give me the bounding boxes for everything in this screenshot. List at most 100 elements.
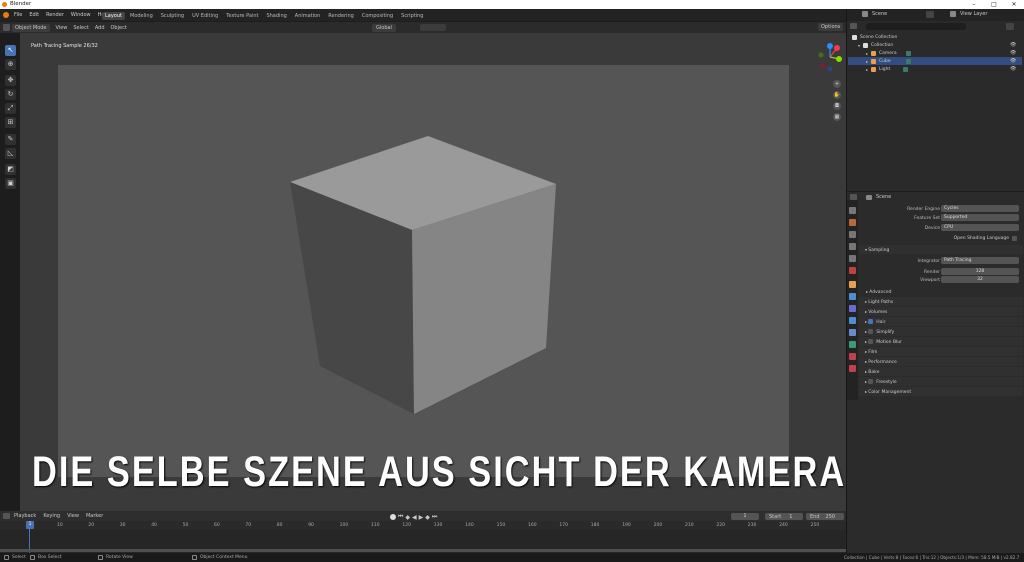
- panel-motion-blur[interactable]: ▸ Motion Blur: [859, 337, 1023, 346]
- panel-enable-checkbox[interactable]: [868, 319, 874, 324]
- tab-rendering[interactable]: Rendering: [325, 12, 357, 20]
- play-icon[interactable]: ▶: [419, 514, 424, 521]
- outliner-filter-icon[interactable]: [1006, 23, 1014, 30]
- panel-light-paths[interactable]: ▸ Light Paths: [859, 297, 1023, 306]
- tool-tab-icon[interactable]: [849, 207, 856, 214]
- visibility-eye-icon[interactable]: 👁: [1010, 42, 1016, 48]
- view-layer-selector[interactable]: View Layer: [950, 11, 987, 17]
- outliner-row-light[interactable]: ▸ Light 👁: [848, 65, 1022, 73]
- osl-checkbox[interactable]: [1012, 235, 1017, 241]
- menu-keying[interactable]: Keying: [43, 513, 60, 519]
- material-tab-icon[interactable]: [849, 353, 856, 360]
- menu-marker[interactable]: Marker: [86, 513, 103, 519]
- menu-select[interactable]: Select: [73, 25, 88, 31]
- outliner-row-scene-collection[interactable]: Scene Collection: [848, 33, 1022, 41]
- expand-icon[interactable]: ▸: [866, 51, 868, 56]
- options-dropdown[interactable]: Options: [818, 23, 844, 31]
- blender-menu-icon[interactable]: [3, 12, 9, 18]
- menu-render[interactable]: Render: [46, 12, 64, 18]
- timeline-scrollbar[interactable]: [0, 549, 846, 552]
- play-reverse-icon[interactable]: ◀: [412, 514, 417, 521]
- menu-add[interactable]: Add: [95, 25, 105, 31]
- add-cube-tool[interactable]: ◩: [5, 164, 16, 175]
- panel-bake[interactable]: ▸ Bake: [859, 367, 1023, 376]
- expand-icon[interactable]: ▸: [866, 59, 868, 64]
- render-engine-dropdown[interactable]: Cycles: [941, 205, 1019, 212]
- transform-tool[interactable]: ⊞: [5, 117, 16, 128]
- orientation-dropdown[interactable]: Global: [372, 24, 396, 32]
- outliner-row-collection[interactable]: ▾ Collection 👁: [848, 41, 1022, 49]
- jump-end-icon[interactable]: ⏭: [432, 513, 437, 521]
- particles-tab-icon[interactable]: [849, 305, 856, 312]
- end-frame-field[interactable]: End 250: [806, 513, 844, 520]
- panel-film[interactable]: ▸ Film: [859, 347, 1023, 356]
- start-frame-field[interactable]: Start 1: [765, 513, 803, 520]
- viewport-samples-field[interactable]: 32: [941, 276, 1019, 283]
- render-samples-field[interactable]: 128: [941, 268, 1019, 275]
- timeline-editor-icon[interactable]: [3, 513, 10, 519]
- cursor-tool[interactable]: ⊕: [5, 59, 16, 70]
- sampling-panel[interactable]: ▾ Sampling: [859, 245, 1023, 254]
- tab-uv-editing[interactable]: UV Editing: [189, 12, 221, 20]
- panel-volumes[interactable]: ▸ Volumes: [859, 307, 1023, 316]
- menu-playback[interactable]: Playback: [14, 513, 36, 519]
- zoom-icon[interactable]: +: [833, 80, 841, 88]
- menu-window[interactable]: Window: [71, 12, 91, 18]
- add-object-tool[interactable]: ▣: [5, 178, 16, 189]
- menu-view-timeline[interactable]: View: [67, 513, 79, 519]
- tab-texture-paint[interactable]: Texture Paint: [223, 12, 261, 20]
- advanced-subpanel[interactable]: ▸ Advanced: [866, 289, 892, 297]
- jump-start-icon[interactable]: ⏮: [398, 513, 403, 521]
- feature-set-dropdown[interactable]: Supported: [941, 214, 1019, 221]
- measure-tool[interactable]: ◺: [5, 148, 16, 159]
- expand-icon[interactable]: ▸: [866, 67, 868, 72]
- physics-tab-icon[interactable]: [849, 317, 856, 324]
- constraints-tab-icon[interactable]: [849, 329, 856, 336]
- scene-selector[interactable]: Scene: [862, 11, 887, 17]
- osl-row[interactable]: Open Shading Language: [940, 234, 1020, 242]
- camera-view-icon[interactable]: ◘: [833, 102, 841, 110]
- current-frame-field[interactable]: 1: [731, 513, 759, 520]
- visibility-eye-icon[interactable]: 👁: [1010, 66, 1016, 72]
- scene-tab-icon[interactable]: [849, 255, 856, 262]
- playhead[interactable]: 1: [26, 521, 34, 529]
- visibility-eye-icon[interactable]: 👁: [1010, 58, 1016, 64]
- integrator-dropdown[interactable]: Path Tracing: [941, 257, 1019, 264]
- expand-icon[interactable]: ▾: [858, 43, 860, 48]
- view-layer-tab-icon[interactable]: [849, 243, 856, 250]
- menu-object[interactable]: Object: [111, 25, 127, 31]
- panel-freestyle[interactable]: ▸ Freestyle: [859, 377, 1023, 386]
- minimize-button[interactable]: –: [964, 0, 984, 9]
- tab-sculpting[interactable]: Sculpting: [158, 12, 187, 20]
- move-tool[interactable]: ✥: [5, 75, 16, 86]
- tab-compositing[interactable]: Compositing: [359, 12, 396, 20]
- prev-keyframe-icon[interactable]: ◆: [405, 514, 410, 521]
- perspective-toggle-icon[interactable]: ▦: [833, 113, 841, 121]
- select-box-tool[interactable]: ↖: [5, 45, 16, 56]
- tab-scripting[interactable]: Scripting: [398, 12, 426, 20]
- tab-modeling[interactable]: Modeling: [127, 12, 156, 20]
- visibility-eye-icon[interactable]: 👁: [1010, 50, 1016, 56]
- world-tab-icon[interactable]: [849, 267, 856, 274]
- outliner-search-input[interactable]: [866, 23, 966, 30]
- new-scene-button[interactable]: [926, 11, 934, 18]
- outliner-row-cube[interactable]: ▸ Cube 👁: [848, 57, 1022, 65]
- next-keyframe-icon[interactable]: ◆: [425, 514, 430, 521]
- menu-edit[interactable]: Edit: [29, 12, 39, 18]
- outliner-editor-icon[interactable]: [850, 23, 857, 29]
- panel-enable-checkbox[interactable]: [868, 339, 874, 344]
- annotate-tool[interactable]: ✎: [5, 134, 16, 145]
- menu-file[interactable]: File: [14, 12, 22, 18]
- data-tab-icon[interactable]: [849, 341, 856, 348]
- modifier-tab-icon[interactable]: [849, 293, 856, 300]
- rotate-tool[interactable]: ↻: [5, 89, 16, 100]
- maximize-button[interactable]: □: [984, 0, 1004, 9]
- panel-hair[interactable]: ▸ Hair: [859, 317, 1023, 326]
- output-tab-icon[interactable]: [849, 231, 856, 238]
- snap-controls[interactable]: [420, 24, 446, 31]
- navigation-gizmo[interactable]: [815, 42, 845, 72]
- panel-enable-checkbox[interactable]: [868, 379, 874, 384]
- tab-shading[interactable]: Shading: [263, 12, 289, 20]
- tab-animation[interactable]: Animation: [292, 12, 324, 20]
- tab-layout[interactable]: Layout: [102, 11, 125, 20]
